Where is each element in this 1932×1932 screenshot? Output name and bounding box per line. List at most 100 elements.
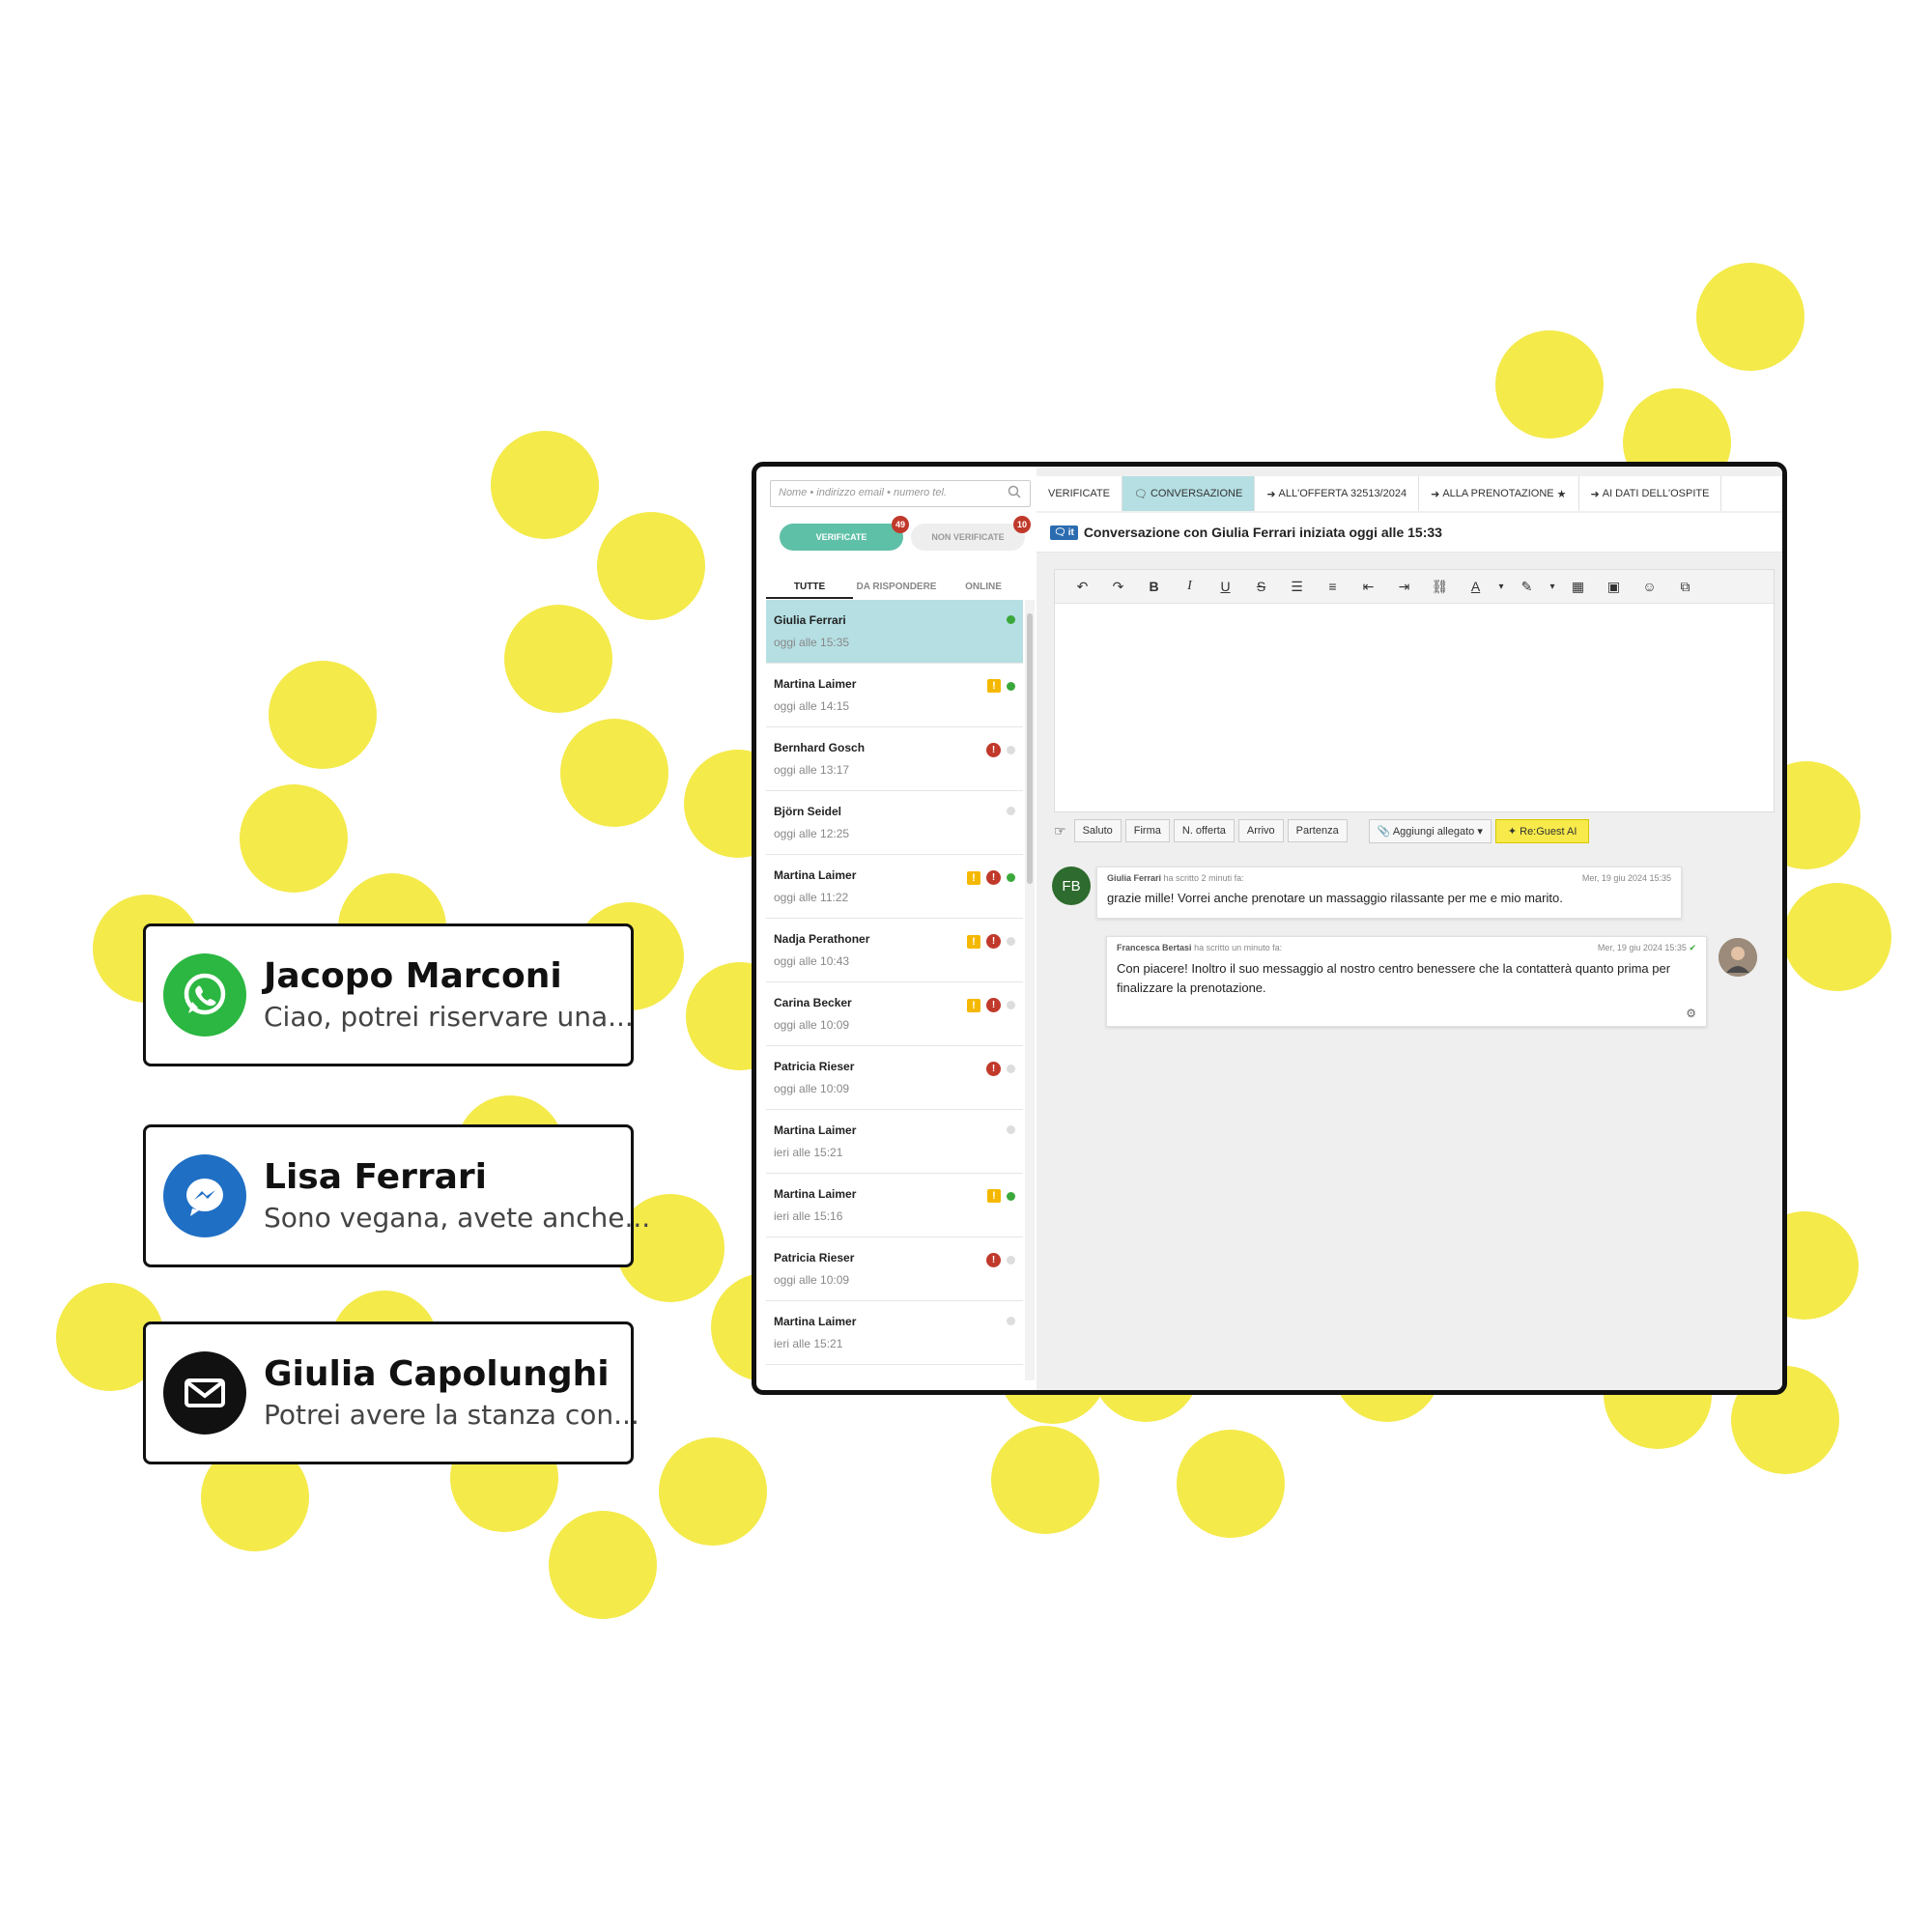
conversation-time: oggi alle 10:09	[774, 1082, 850, 1095]
conversation-title: Conversazione con Giulia Ferrari iniziat…	[1083, 525, 1442, 540]
conversation-status-icons	[1007, 1125, 1015, 1134]
link-booking[interactable]: ➜ ALLA PRENOTAZIONE ★	[1419, 476, 1579, 511]
indent-icon[interactable]: ⇥	[1386, 570, 1422, 603]
conversation-row[interactable]: Björn Seidel oggi alle 12:25	[766, 791, 1023, 855]
link-booking-label: ALLA PRENOTAZIONE	[1442, 488, 1554, 499]
whatsapp-icon	[163, 953, 246, 1037]
snippet-signature-button[interactable]: Firma	[1124, 819, 1170, 842]
bold-icon[interactable]: B	[1136, 570, 1172, 603]
guest-message: Giulia Ferrari ha scritto 2 minuti fa: M…	[1096, 867, 1682, 919]
sender-name: Lisa Ferrari	[264, 1156, 487, 1197]
conversation-row[interactable]: Martina Laimer ieri alle 15:21	[766, 1301, 1023, 1365]
star-icon: ★	[1556, 488, 1567, 500]
message-preview: Ciao, potrei riservare una...	[264, 1001, 634, 1034]
reply-editor[interactable]: ↶ ↷ B I U S ☰ ≡ ⇤ ⇥ ⛓ A ▾ ✎ ▾ ▦ ▣ ☺ ⧉	[1054, 569, 1775, 812]
tab-to-answer[interactable]: DA RISPONDERE	[853, 578, 940, 599]
snippet-offer-number-button[interactable]: N. offerta	[1173, 819, 1235, 842]
message-action: ha scritto 2 minuti fa:	[1163, 873, 1244, 883]
conversation-sidebar: Nome • indirizzo email • numero tel. VER…	[766, 476, 1035, 1380]
italic-icon[interactable]: I	[1172, 570, 1208, 603]
verified-count-badge: 49	[892, 516, 909, 533]
redo-icon[interactable]: ↷	[1100, 570, 1136, 603]
filter-unverified-label: NON VERIFICATE	[931, 532, 1005, 542]
conversation-status-icons: !	[987, 1189, 1015, 1203]
conversation-status-icons: !	[986, 1062, 1015, 1076]
undo-icon[interactable]: ↶	[1065, 570, 1100, 603]
filter-unverified-button[interactable]: NON VERIFICATE 10	[911, 516, 1031, 551]
reguest-ai-button[interactable]: ✦ Re:Guest AI	[1494, 818, 1590, 843]
mail-icon	[163, 1351, 246, 1435]
offline-status-icon	[1007, 1001, 1015, 1009]
avatar: FB	[1052, 867, 1091, 905]
messenger-icon	[163, 1154, 246, 1237]
bullet-list-icon[interactable]: ☰	[1279, 570, 1315, 603]
snippet-icon: ☞	[1054, 822, 1066, 838]
highlight-icon[interactable]: ✎	[1509, 570, 1545, 603]
link-guest-data-label: AI DATI DELL'OSPITE	[1602, 488, 1710, 499]
conversation-row[interactable]: Nadja Perathoner oggi alle 10:43!!	[766, 919, 1023, 982]
add-attachment-button[interactable]: 📎 Aggiungi allegato ▾	[1368, 818, 1492, 843]
text-color-icon[interactable]: A	[1458, 570, 1493, 603]
check-icon: ✔	[1689, 943, 1696, 952]
message-author: Giulia Ferrari	[1107, 873, 1162, 883]
conversation-status-icons: !!	[967, 998, 1015, 1012]
conversation-list: Giulia Ferrari oggi alle 15:35 Martina Lai…	[766, 600, 1023, 1380]
template-icon[interactable]: ⧉	[1667, 570, 1703, 603]
link-offer[interactable]: ➜ ALL'OFFERTA 32513/2024	[1255, 476, 1420, 511]
email-message-card[interactable]: Giulia Capolunghi Potrei avere la stanza…	[143, 1321, 639, 1464]
chevron-down-icon[interactable]: ▾	[1545, 570, 1560, 603]
conversation-scrollbar[interactable]	[1025, 600, 1035, 1380]
conversation-row[interactable]: Martina Laimer oggi alle 11:22!!	[766, 855, 1023, 919]
search-icon[interactable]	[1008, 485, 1021, 503]
link-guest-data[interactable]: ➜ AI DATI DELL'OSPITE	[1579, 476, 1722, 511]
tab-verified[interactable]: VERIFICATE	[1037, 476, 1122, 511]
alert-icon: !	[986, 934, 1001, 949]
messenger-message-card[interactable]: Lisa Ferrari Sono vegana, avete anche...	[143, 1124, 650, 1267]
link-icon[interactable]: ⛓	[1422, 570, 1458, 603]
outdent-icon[interactable]: ⇤	[1350, 570, 1386, 603]
emoji-icon[interactable]: ☺	[1632, 570, 1667, 603]
arrow-right-icon: ➜	[1590, 488, 1600, 500]
tab-conversation[interactable]: 🗨 CONVERSAZIONE	[1122, 476, 1256, 511]
filter-verified-label: VERIFICATE	[815, 532, 867, 542]
strikethrough-icon[interactable]: S	[1243, 570, 1279, 603]
search-input[interactable]: Nome • indirizzo email • numero tel.	[770, 480, 1031, 507]
message-text: Con piacere! Inoltro il suo messaggio al…	[1117, 961, 1671, 995]
snippet-arrival-button[interactable]: Arrivo	[1237, 819, 1284, 842]
tab-online[interactable]: ONLINE	[940, 578, 1027, 599]
image-icon[interactable]: ▣	[1596, 570, 1632, 603]
conversation-contact-name: Martina Laimer	[774, 1123, 857, 1137]
warning-icon: !	[967, 870, 980, 885]
whatsapp-message-card[interactable]: Jacopo Marconi Ciao, potrei riservare un…	[143, 923, 634, 1066]
link-offer-label: ALL'OFFERTA 32513/2024	[1278, 488, 1407, 499]
conversation-row[interactable]: Martina Laimer ieri alle 15:21	[766, 1110, 1023, 1174]
conversation-row[interactable]: Patricia Rieser oggi alle 10:09!	[766, 1046, 1023, 1110]
conversation-time: oggi alle 12:25	[774, 827, 850, 840]
conversation-row[interactable]: Giulia Ferrari oggi alle 15:35	[766, 600, 1023, 664]
table-icon[interactable]: ▦	[1560, 570, 1596, 603]
online-status-icon	[1007, 873, 1015, 882]
warning-icon: !	[987, 1189, 1001, 1203]
conversation-row[interactable]: Carina Becker oggi alle 10:09!!	[766, 982, 1023, 1046]
snippet-departure-button[interactable]: Partenza	[1287, 819, 1348, 842]
conversation-row[interactable]: Patricia Rieser oggi alle 10:09!	[766, 1237, 1023, 1301]
chevron-down-icon[interactable]: ▾	[1493, 570, 1509, 603]
conversation-row[interactable]: Martina Laimer oggi alle 14:15!	[766, 664, 1023, 727]
conversation-row[interactable]: Bernhard Gosch oggi alle 13:17!	[766, 727, 1023, 791]
scrollbar-thumb[interactable]	[1027, 613, 1033, 884]
conversation-contact-name: Martina Laimer	[774, 1315, 857, 1328]
bot-icon: ⚙	[1686, 1007, 1696, 1020]
conversation-time: ieri alle 15:21	[774, 1337, 843, 1350]
conversation-time: oggi alle 11:22	[774, 891, 849, 904]
underline-icon[interactable]: U	[1208, 570, 1243, 603]
conversation-status-icons: !!	[967, 870, 1015, 885]
tab-all[interactable]: TUTTE	[766, 578, 853, 599]
numbered-list-icon[interactable]: ≡	[1315, 570, 1350, 603]
avatar	[1719, 938, 1757, 977]
snippet-greeting-button[interactable]: Saluto	[1073, 819, 1122, 842]
conversation-row[interactable]: Martina Laimer ieri alle 15:16!	[766, 1174, 1023, 1237]
filter-verified-button[interactable]: VERIFICATE 49	[780, 516, 909, 551]
conversation-panel: VERIFICATE 🗨 CONVERSAZIONE ➜ ALL'OFFERTA…	[1037, 467, 1782, 1390]
unverified-count-badge: 10	[1013, 516, 1031, 533]
online-status-icon	[1007, 681, 1015, 691]
